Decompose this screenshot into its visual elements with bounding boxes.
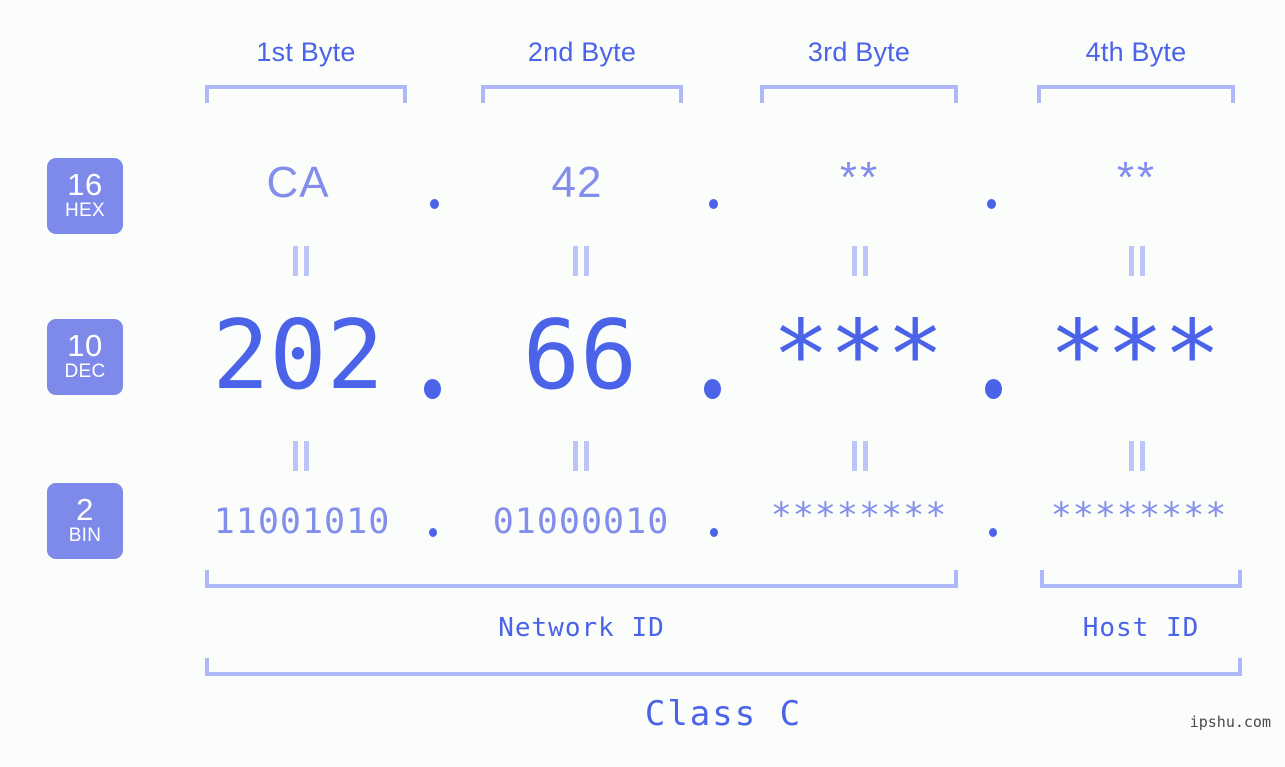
hex-dot-1 bbox=[430, 199, 439, 209]
hex-dot-3 bbox=[987, 199, 996, 209]
dec-dot-3 bbox=[985, 379, 1002, 399]
base-badge-dec: 10 DEC bbox=[47, 319, 123, 395]
bin-byte-1: 11001010 bbox=[213, 502, 391, 542]
base-badge-bin-system: BIN bbox=[68, 525, 102, 546]
equals-mark-decbin-1 bbox=[291, 441, 311, 471]
byte-bracket-4 bbox=[1037, 85, 1235, 103]
equals-mark-hexdec-3 bbox=[850, 246, 870, 276]
bin-dot-2 bbox=[710, 528, 718, 537]
equals-mark-hexdec-1 bbox=[291, 246, 311, 276]
bin-dot-3 bbox=[989, 528, 997, 537]
host-id-bracket bbox=[1040, 570, 1242, 588]
base-badge-dec-system: DEC bbox=[64, 361, 106, 382]
base-badge-hex-number: 16 bbox=[67, 167, 103, 202]
byte-bracket-3 bbox=[760, 85, 958, 103]
hex-byte-2: 42 bbox=[551, 158, 603, 207]
byte-header-1: 1st Byte bbox=[256, 37, 356, 67]
hex-byte-3: ** bbox=[839, 153, 881, 202]
network-id-bracket bbox=[205, 570, 958, 588]
equals-mark-decbin-4 bbox=[1127, 441, 1147, 471]
class-bracket bbox=[205, 658, 1242, 676]
dec-dot-2 bbox=[704, 379, 721, 399]
dec-byte-1: 202 bbox=[212, 301, 384, 411]
dec-byte-3: *** bbox=[772, 301, 944, 411]
host-id-label: Host ID bbox=[1082, 613, 1200, 643]
hex-dot-2 bbox=[709, 199, 718, 209]
byte-header-3: 3rd Byte bbox=[807, 37, 911, 67]
equals-mark-decbin-2 bbox=[571, 441, 591, 471]
dec-dot-1 bbox=[424, 379, 441, 399]
byte-bracket-1 bbox=[205, 85, 407, 103]
byte-bracket-2 bbox=[481, 85, 683, 103]
bin-byte-2: 01000010 bbox=[492, 502, 670, 542]
bin-dot-1 bbox=[429, 528, 437, 537]
ip-byte-breakdown-diagram: 1st Byte 2nd Byte 3rd Byte 4th Byte 16 H… bbox=[0, 0, 1285, 767]
base-badge-dec-number: 10 bbox=[67, 328, 103, 363]
dec-byte-2: 66 bbox=[522, 301, 638, 411]
byte-header-4: 4th Byte bbox=[1085, 37, 1187, 67]
equals-mark-decbin-3 bbox=[850, 441, 870, 471]
class-label: Class C bbox=[644, 694, 803, 734]
base-badge-bin: 2 BIN bbox=[47, 483, 123, 559]
bin-byte-3: ******** bbox=[770, 496, 948, 536]
byte-header-2: 2nd Byte bbox=[527, 37, 637, 67]
dec-byte-4: *** bbox=[1049, 301, 1221, 411]
site-watermark: ipshu.com bbox=[1189, 713, 1271, 731]
network-id-label: Network ID bbox=[498, 613, 665, 643]
equals-mark-hexdec-4 bbox=[1127, 246, 1147, 276]
hex-byte-4: ** bbox=[1116, 153, 1158, 202]
base-badge-hex-system: HEX bbox=[65, 200, 105, 221]
base-badge-hex: 16 HEX bbox=[47, 158, 123, 234]
bin-byte-4: ******** bbox=[1050, 496, 1228, 536]
base-badge-bin-number: 2 bbox=[76, 492, 94, 527]
equals-mark-hexdec-2 bbox=[571, 246, 591, 276]
hex-byte-1: CA bbox=[266, 158, 330, 207]
